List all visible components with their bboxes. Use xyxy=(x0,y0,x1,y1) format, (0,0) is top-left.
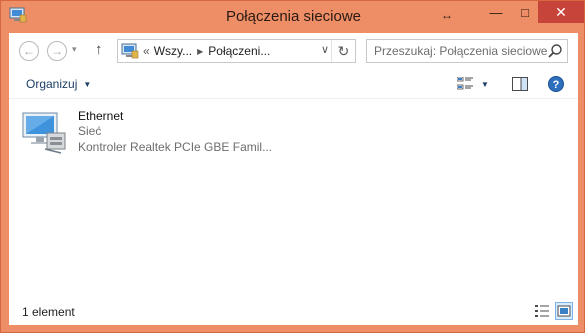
large-icons-view-icon xyxy=(557,305,571,317)
title-bar[interactable]: Połączenia sieciowe ↔ — □ ✕ xyxy=(1,1,585,33)
back-button[interactable]: ← xyxy=(19,41,39,61)
up-button[interactable]: ↑ xyxy=(95,41,103,58)
item-name: Ethernet xyxy=(78,109,124,123)
network-adapter-icon xyxy=(22,112,66,154)
minimize-button[interactable]: — xyxy=(483,1,509,23)
command-bar: Organizuj ▼ ▼ ? xyxy=(9,69,578,99)
address-dropdown-button[interactable]: ∨ xyxy=(321,43,329,56)
svg-text:?: ? xyxy=(553,79,560,91)
search-input[interactable]: Przeszukaj: Połączenia sieciowe xyxy=(374,44,547,58)
item-count: 1 element xyxy=(22,305,75,319)
list-item[interactable]: Ethernet Sieć Kontroler Realtek PCIe GBE… xyxy=(21,106,281,162)
item-adapter: Kontroler Realtek PCIe GBE Famil... xyxy=(78,140,273,154)
address-bar[interactable]: « Wszy... ▶ Połączeni... ∨ ↻ xyxy=(117,39,356,63)
navigation-bar: ← → ▾ ↑ « Wszy... ▶ Połączeni... ∨ ↻ Prz… xyxy=(9,33,578,69)
help-icon[interactable]: ? xyxy=(547,75,565,93)
change-view-icon xyxy=(457,77,473,90)
resize-icon: ↔ xyxy=(441,8,453,22)
details-view-icon[interactable] xyxy=(534,303,550,319)
breadcrumb-segment-connections[interactable]: Połączeni... xyxy=(208,44,270,58)
refresh-button[interactable]: ↻ xyxy=(331,40,355,62)
close-button[interactable]: ✕ xyxy=(538,1,584,23)
breadcrumb: « Wszy... ▶ Połączeni... xyxy=(143,44,270,58)
breadcrumb-separator-icon[interactable]: ▶ xyxy=(197,47,203,56)
recent-locations-button[interactable]: ▾ xyxy=(72,44,77,55)
explorer-client-area: ← → ▾ ↑ « Wszy... ▶ Połączeni... ∨ ↻ Prz… xyxy=(9,33,578,325)
maximize-button[interactable]: □ xyxy=(512,1,538,23)
file-list: Ethernet Sieć Kontroler Realtek PCIe GBE… xyxy=(9,100,578,296)
change-view-button[interactable]: ▼ xyxy=(457,75,497,93)
search-icon[interactable] xyxy=(547,43,563,59)
breadcrumb-overflow[interactable]: « xyxy=(143,44,150,58)
status-bar: 1 element xyxy=(9,298,578,325)
large-icons-view-button[interactable] xyxy=(555,302,573,320)
chevron-down-icon: ▼ xyxy=(481,79,489,89)
chevron-down-icon: ▼ xyxy=(83,79,92,89)
breadcrumb-segment-all[interactable]: Wszy... xyxy=(154,44,192,58)
forward-button[interactable]: → xyxy=(47,41,67,61)
organize-button[interactable]: Organizuj ▼ xyxy=(26,77,91,91)
search-box[interactable]: Przeszukaj: Połączenia sieciowe xyxy=(366,39,568,63)
organize-label: Organizuj xyxy=(26,77,78,91)
network-connections-icon xyxy=(121,43,139,59)
preview-pane-icon[interactable] xyxy=(511,75,529,93)
item-type: Sieć xyxy=(78,124,102,138)
explorer-window: Połączenia sieciowe ↔ — □ ✕ ← → ▾ ↑ « Ws… xyxy=(0,0,585,333)
